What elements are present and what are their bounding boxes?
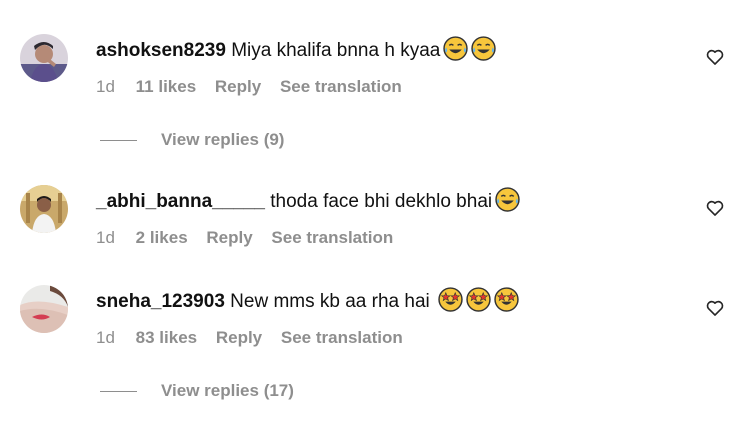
see-translation-button[interactable]: See translation (280, 77, 402, 96)
face-with-tears-of-joy-emoji (471, 36, 497, 61)
comment-body: Miya khalifa bnna h kyaa (231, 40, 441, 61)
replies-divider (100, 391, 137, 392)
heart-outline-icon[interactable] (705, 47, 725, 67)
face-with-tears-of-joy-emoji (443, 36, 469, 61)
reply-button[interactable]: Reply (215, 77, 261, 96)
heart-outline-icon[interactable] (705, 198, 725, 218)
see-translation-button[interactable]: See translation (281, 328, 403, 347)
comment-text: ashoksen8239 Miya khalifa bnna h kyaa (96, 36, 497, 63)
see-translation-button[interactable]: See translation (271, 228, 393, 247)
replies-divider (100, 140, 137, 141)
comment-username[interactable]: sneha_123903 (96, 291, 225, 312)
star-struck-emoji (466, 287, 491, 312)
avatar[interactable] (20, 185, 68, 233)
comment-meta: 1d 11 likes Reply See translation (96, 76, 416, 98)
view-replies-label: View replies (17) (161, 381, 294, 400)
comment-meta: 1d 83 likes Reply See translation (96, 327, 417, 349)
reply-button[interactable]: Reply (216, 328, 262, 347)
comment-time: 1d (96, 328, 115, 347)
comment-meta: 1d 2 likes Reply See translation (96, 227, 407, 249)
view-replies-label: View replies (9) (161, 130, 285, 149)
star-struck-emoji (438, 287, 463, 312)
star-struck-emoji (494, 287, 519, 312)
avatar[interactable] (20, 285, 68, 333)
comment-time: 1d (96, 77, 115, 96)
comment-time: 1d (96, 228, 115, 247)
face-with-tears-of-joy-emoji (495, 187, 520, 212)
comment-text: _abhi_banna_____ thoda face bhi dekhlo b… (96, 187, 520, 214)
comment-text: sneha_123903 New mms kb aa rha hai (96, 287, 519, 314)
reply-button[interactable]: Reply (206, 228, 252, 247)
likes-count-button[interactable]: 2 likes (136, 228, 188, 247)
comment-body: thoda face bhi dekhlo bhai (270, 191, 493, 212)
heart-outline-icon[interactable] (705, 298, 725, 318)
likes-count-button[interactable]: 83 likes (136, 328, 197, 347)
comment-username[interactable]: ashoksen8239 (96, 40, 226, 61)
avatar[interactable] (20, 34, 68, 82)
likes-count-button[interactable]: 11 likes (136, 77, 197, 96)
comment-username[interactable]: _abhi_banna_____ (96, 191, 265, 212)
comment-body: New mms kb aa rha hai (230, 291, 430, 312)
